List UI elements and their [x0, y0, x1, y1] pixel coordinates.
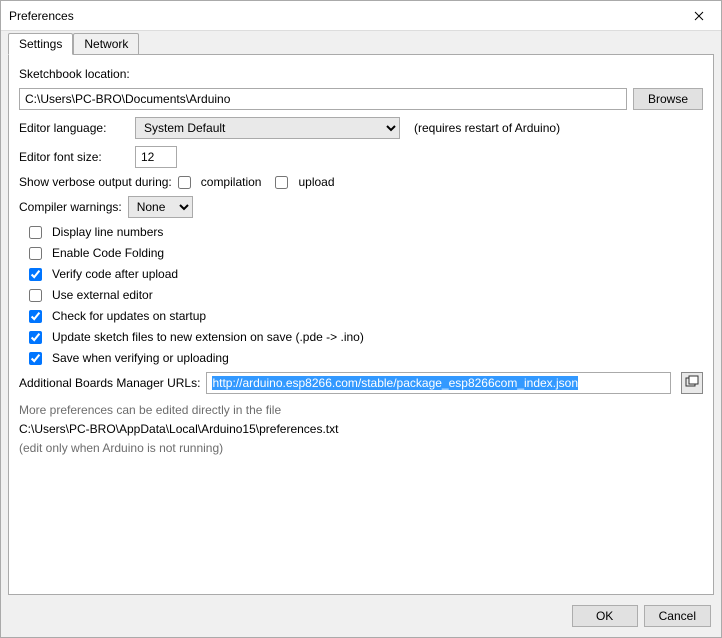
warnings-label: Compiler warnings: — [19, 200, 122, 214]
dialog-footer: OK Cancel — [1, 595, 721, 637]
tabstrip: Settings Network — [1, 31, 721, 55]
update-sketch-label: Update sketch files to new extension on … — [52, 330, 364, 344]
boards-url-input[interactable]: http://arduino.esp8266.com/stable/packag… — [206, 372, 671, 394]
verify-upload-label: Verify code after upload — [52, 267, 178, 281]
external-editor-checkbox[interactable] — [29, 289, 42, 302]
settings-panel: Sketchbook location: Browse Editor langu… — [8, 54, 714, 595]
warnings-select[interactable]: None — [128, 196, 193, 218]
verify-upload-checkbox[interactable] — [29, 268, 42, 281]
external-editor-label: Use external editor — [52, 288, 153, 302]
fontsize-label: Editor font size: — [19, 150, 129, 164]
check-updates-checkbox[interactable] — [29, 310, 42, 323]
language-label: Editor language: — [19, 121, 129, 135]
cancel-button[interactable]: Cancel — [644, 605, 711, 627]
window-list-icon — [685, 375, 699, 392]
browse-button[interactable]: Browse — [633, 88, 703, 110]
notes-block: More preferences can be edited directly … — [19, 401, 703, 459]
sketchbook-label: Sketchbook location: — [19, 67, 130, 81]
code-folding-checkbox[interactable] — [29, 247, 42, 260]
line-numbers-label: Display line numbers — [52, 225, 163, 239]
save-verify-checkbox[interactable] — [29, 352, 42, 365]
preferences-dialog: Preferences Settings Network Sketchbook … — [0, 0, 722, 638]
close-icon — [694, 8, 704, 24]
prefs-file-path: C:\Users\PC-BRO\AppData\Local\Arduino15\… — [19, 420, 703, 439]
tab-settings[interactable]: Settings — [8, 33, 73, 55]
ok-button[interactable]: OK — [572, 605, 638, 627]
language-restart-note: (requires restart of Arduino) — [414, 121, 560, 135]
verbose-compilation-checkbox[interactable] — [178, 176, 191, 189]
boards-url-value: http://arduino.esp8266.com/stable/packag… — [212, 376, 578, 390]
line-numbers-checkbox[interactable] — [29, 226, 42, 239]
more-prefs-note: More preferences can be edited directly … — [19, 401, 703, 420]
save-verify-label: Save when verifying or uploading — [52, 351, 229, 365]
boards-url-label: Additional Boards Manager URLs: — [19, 376, 200, 390]
close-button[interactable] — [676, 1, 721, 31]
edit-only-note: (edit only when Arduino is not running) — [19, 439, 703, 458]
verbose-compilation-label: compilation — [201, 175, 262, 189]
verbose-upload-label: upload — [298, 175, 334, 189]
update-sketch-checkbox[interactable] — [29, 331, 42, 344]
verbose-upload-checkbox[interactable] — [275, 176, 288, 189]
code-folding-label: Enable Code Folding — [52, 246, 164, 260]
window-title: Preferences — [9, 9, 676, 23]
dialog-body: Settings Network Sketchbook location: Br… — [1, 31, 721, 637]
sketchbook-path-input[interactable] — [19, 88, 627, 110]
titlebar: Preferences — [1, 1, 721, 31]
check-updates-label: Check for updates on startup — [52, 309, 206, 323]
options-checklist: Display line numbers Enable Code Folding… — [19, 225, 703, 365]
tab-network[interactable]: Network — [73, 33, 139, 55]
language-select[interactable]: System Default — [135, 117, 400, 139]
boards-url-expand-button[interactable] — [681, 372, 703, 394]
verbose-label: Show verbose output during: — [19, 175, 172, 189]
fontsize-input[interactable] — [135, 146, 177, 168]
